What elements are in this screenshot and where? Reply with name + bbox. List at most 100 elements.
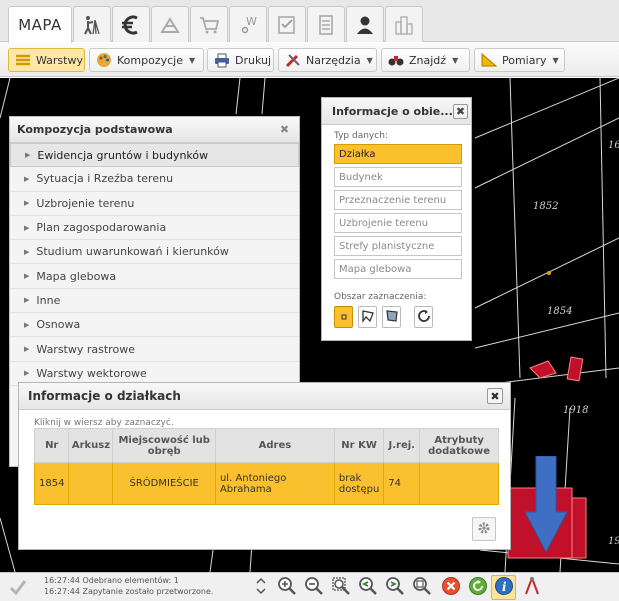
measure-tool-button[interactable] (519, 575, 544, 600)
compositions-dropdown[interactable]: Kompozycje ▼ (89, 48, 204, 72)
column-header[interactable]: Miejscowość lub obręb (112, 428, 216, 463)
close-circle-icon (441, 576, 461, 599)
compositions-label: Kompozycje (117, 53, 183, 67)
measurements-label: Pomiary (502, 53, 547, 67)
gear-icon (477, 521, 491, 538)
layer-item[interactable]: ▶ Studium uwarunkowań i kierunków (10, 240, 299, 265)
info-icon: i (494, 576, 514, 599)
zoom-box-button[interactable] (328, 575, 353, 600)
layer-item[interactable]: ▶ Warstwy rastrowe (10, 337, 299, 362)
zoom-extent-button[interactable] (409, 575, 434, 600)
tab-finance[interactable] (112, 6, 150, 42)
w-compass-icon: W (237, 14, 259, 36)
point-select-button[interactable] (334, 306, 353, 328)
tab-cart[interactable] (190, 6, 228, 42)
find-label: Znajdź (409, 53, 447, 67)
parcel-info-panel: Informacje o działkach ✖ Kliknij w wiers… (18, 382, 511, 550)
layer-item[interactable]: ▶ Plan zagospodarowania (10, 216, 299, 241)
main-tab-bar: MAPA W (0, 0, 619, 43)
column-header[interactable]: J.rej. (383, 428, 421, 463)
expand-arrow-icon: ▶ (24, 369, 30, 378)
table-header-row: Nr Arkusz Miejscowość lub obręb Adres Nr… (33, 428, 499, 463)
data-type-option[interactable]: Przeznaczenie terenu (334, 190, 462, 210)
layer-item-label: Osnowa (36, 318, 81, 332)
print-button[interactable]: Drukuj (207, 48, 274, 72)
layer-item[interactable]: ▶ Osnowa (10, 313, 299, 338)
data-type-option[interactable]: Uzbrojenie terenu (334, 213, 462, 233)
layer-item[interactable]: ▶ Inne (10, 289, 299, 314)
expand-arrow-icon: ▶ (24, 296, 30, 305)
layer-item-label: Plan zagospodarowania (36, 221, 167, 235)
map-parcel-label: 1854 (547, 306, 573, 317)
layer-item[interactable]: ▶ Sytuacja i Rzeźba terenu (10, 167, 299, 192)
column-header[interactable]: Nr (33, 428, 70, 463)
zoom-out-button[interactable] (301, 575, 326, 600)
scroll-arrows-icon (256, 576, 266, 599)
layer-item[interactable]: ▶ Ewidencja gruntów i budynków (10, 143, 299, 168)
status-log: 16:27:44 Odebrano elementów: 1 16:27:44 … (44, 575, 213, 597)
measurements-dropdown[interactable]: Pomiary ▼ (474, 48, 565, 72)
map-parcel-label: 19 (608, 536, 619, 547)
zoom-in-button[interactable] (274, 575, 299, 600)
tab-terrain[interactable] (151, 6, 189, 42)
expand-arrow-icon: ▶ (24, 247, 30, 256)
table-cell: brak dostępu (333, 462, 385, 505)
layer-item-label: Warstwy wektorowe (36, 366, 147, 380)
column-header[interactable]: Nr KW (333, 428, 385, 463)
close-icon[interactable]: ✖ (487, 388, 503, 404)
data-type-option[interactable]: Strefy planistyczne (334, 236, 462, 256)
euro-icon (119, 13, 143, 37)
object-info-title: Informacje o obie... (332, 104, 453, 118)
layer-item[interactable]: ▶ Mapa glebowa (10, 264, 299, 289)
tab-mapa-label: MAPA (18, 16, 62, 34)
chevron-down-icon: ▼ (366, 55, 373, 65)
tab-surveyor[interactable] (73, 6, 111, 42)
refresh-map-button[interactable] (465, 575, 490, 600)
expand-arrow-icon: ▶ (24, 174, 30, 183)
layers-button[interactable]: Warstwy (8, 48, 85, 72)
status-bar: 16:27:44 Odebrano elementów: 1 16:27:44 … (0, 572, 619, 601)
clear-button[interactable] (438, 575, 463, 600)
refresh-button[interactable] (414, 306, 433, 328)
zoom-in-icon (277, 576, 297, 599)
tab-checklist[interactable] (268, 6, 306, 42)
layers-panel-title: Kompozycja podstawowa (17, 123, 173, 136)
tab-document[interactable] (307, 6, 345, 42)
polygon-select-button[interactable] (358, 306, 377, 328)
selection-area-label: Obszar zaznaczenia: (334, 292, 427, 302)
shape-select-button[interactable] (382, 306, 401, 328)
expand-arrow-icon: ▶ (24, 223, 30, 232)
column-header[interactable]: Arkusz (68, 428, 114, 463)
parcel-info-hint: Kliknij w wiersz aby zaznaczyć. (34, 418, 174, 428)
tab-mapa[interactable]: MAPA (8, 6, 72, 43)
tab-buildings[interactable] (385, 6, 423, 42)
layer-item[interactable]: ▶ Uzbrojenie terenu (10, 192, 299, 216)
table-cell (68, 462, 114, 505)
table-cell: ul. Antoniego Abrahama (214, 462, 335, 505)
settings-button[interactable] (472, 517, 496, 541)
map-parcel-label: 1918 (563, 405, 589, 416)
tab-user[interactable] (346, 6, 384, 42)
zoom-box-icon (331, 576, 351, 599)
close-icon[interactable]: ✖ (277, 122, 292, 137)
zoom-previous-button[interactable] (355, 575, 380, 600)
table-row[interactable]: 1854 ŚRÓDMIEŚCIE ul. Antoniego Abrahama … (33, 462, 499, 505)
info-button[interactable]: i (491, 575, 516, 600)
zoom-next-button[interactable] (382, 575, 407, 600)
pointer-arrow-annotation (524, 455, 568, 555)
close-icon[interactable]: ✖ (453, 103, 468, 119)
layer-item-label: Warstwy rastrowe (36, 342, 135, 356)
layer-item-label: Mapa glebowa (36, 269, 117, 283)
log-scroll-button[interactable] (254, 575, 268, 600)
data-type-option[interactable]: Mapa glebowa (334, 259, 462, 279)
column-header[interactable]: Atrybuty dodatkowe (419, 428, 499, 463)
column-header[interactable]: Adres (214, 428, 335, 463)
selection-tools (322, 306, 471, 328)
tab-compass[interactable]: W (229, 6, 267, 42)
tools-dropdown[interactable]: Narzędzia ▼ (278, 48, 377, 72)
status-line: 16:27:44 Zapytanie zostało przetworzone. (44, 587, 214, 596)
find-dropdown[interactable]: Znajdź ▼ (381, 48, 470, 72)
data-type-option[interactable]: Budynek (334, 167, 462, 187)
data-type-option[interactable]: Działka (334, 144, 462, 164)
svg-text:W: W (246, 15, 257, 28)
